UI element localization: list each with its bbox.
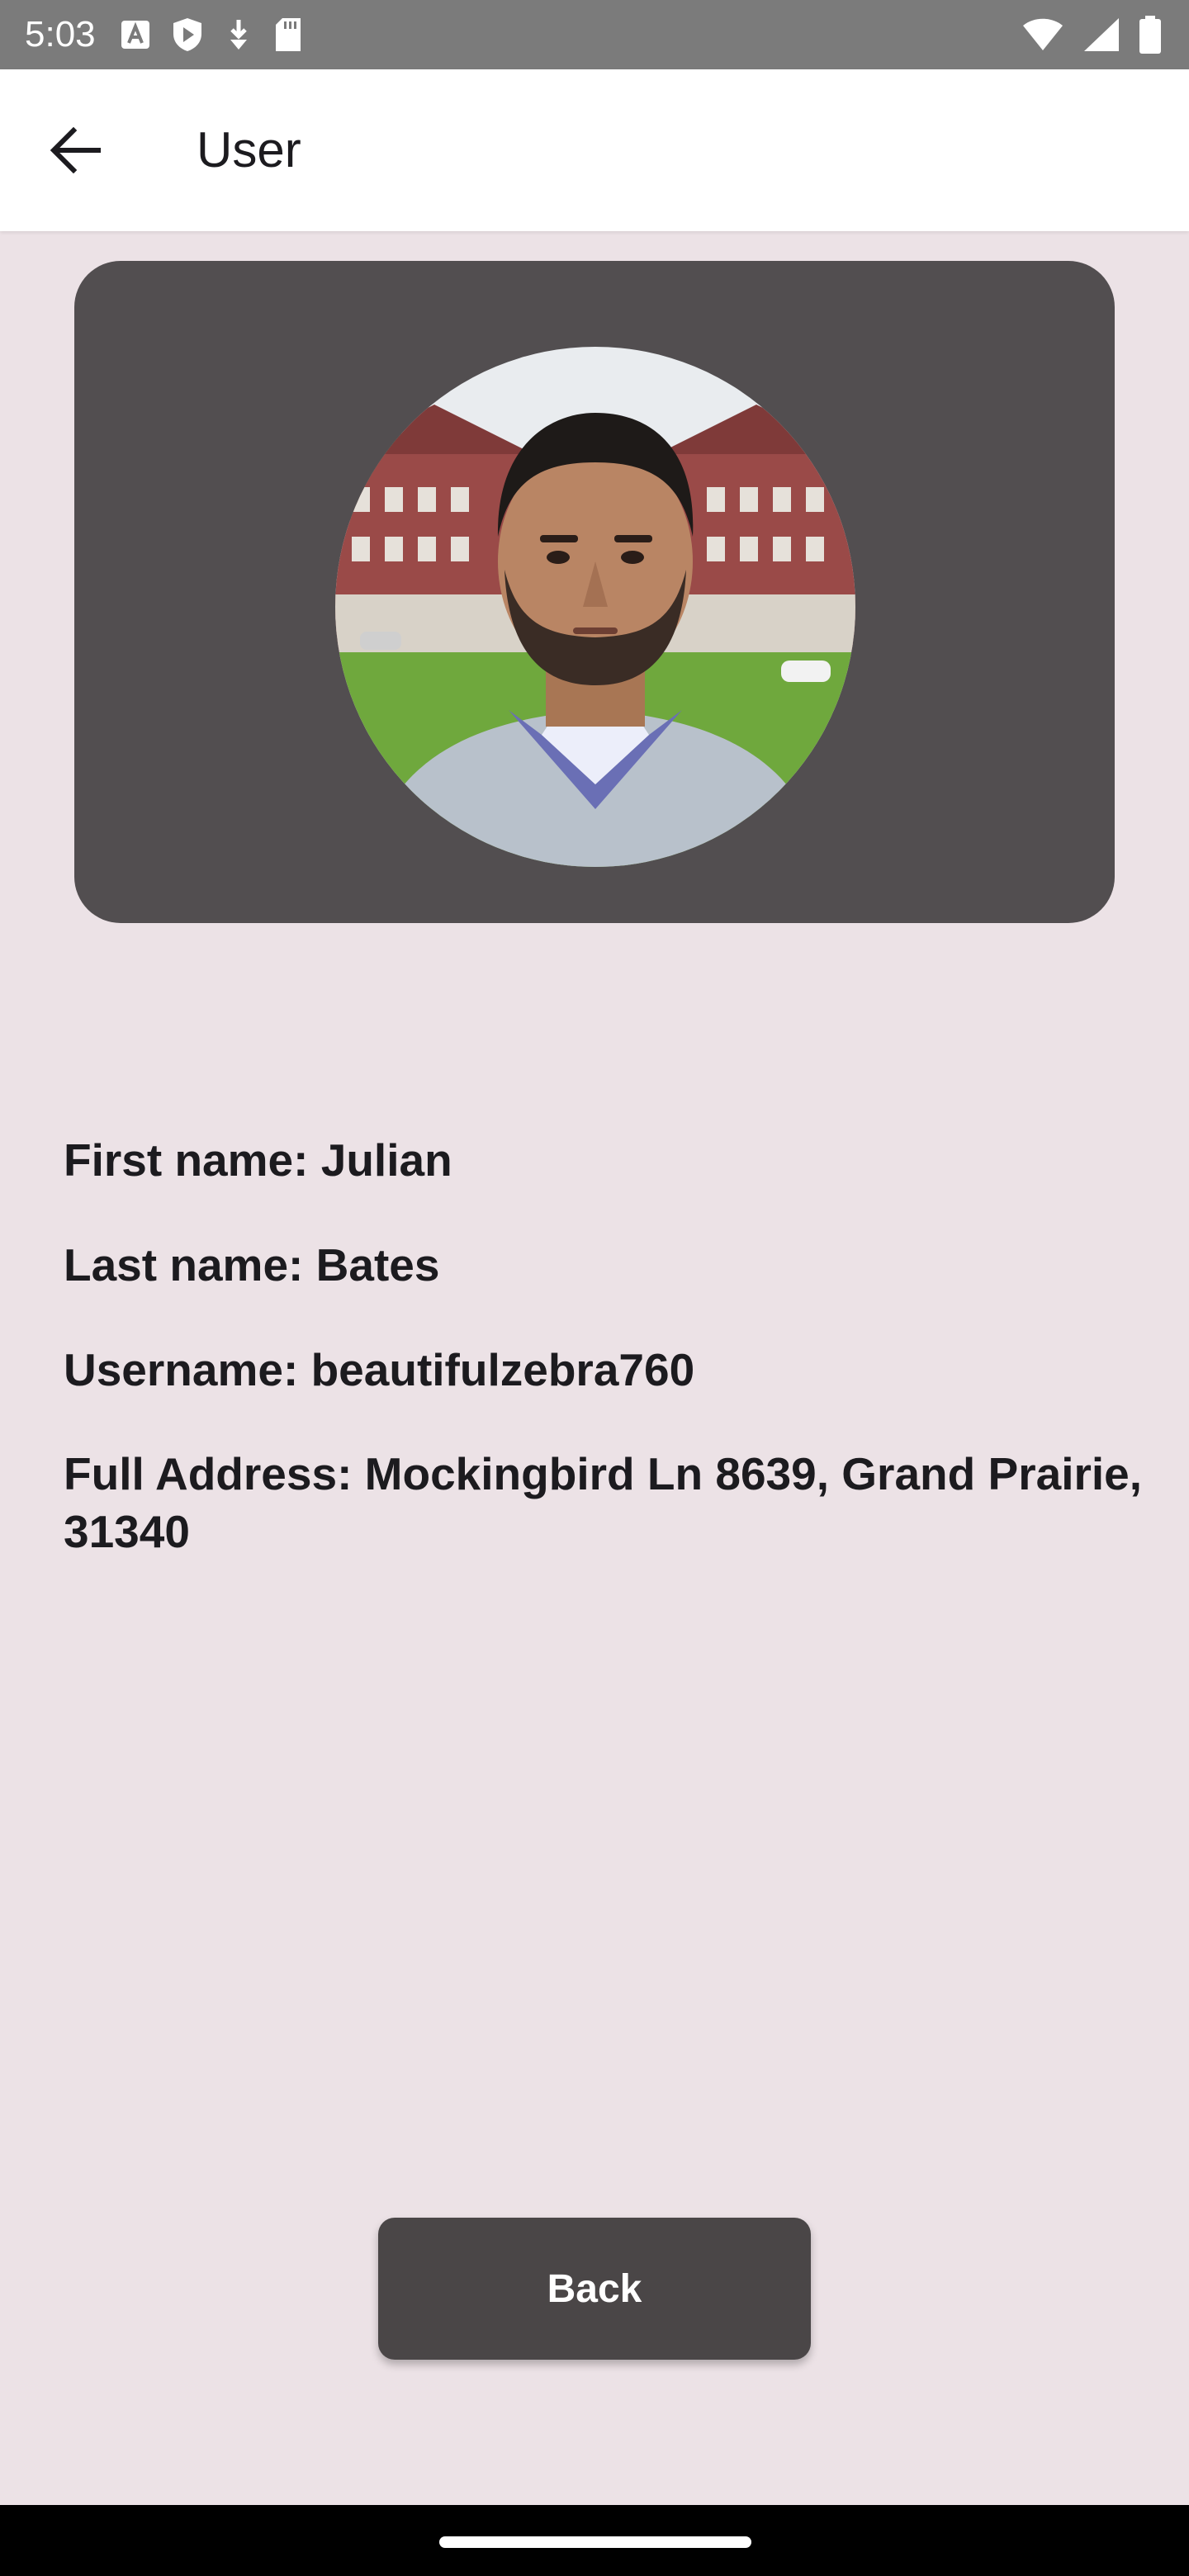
status-right-icons <box>1022 15 1161 54</box>
signal-icon <box>1083 17 1120 52</box>
first-name-text: First name: Julian <box>64 1134 452 1186</box>
avatar <box>335 347 855 867</box>
navigation-bar <box>0 2505 1189 2576</box>
sd-card-icon <box>274 17 302 52</box>
full-address-text: Full Address: Mockingbird Ln 8639, Grand… <box>64 1448 1143 1557</box>
back-button[interactable]: Back <box>378 2218 811 2360</box>
app-bar: User <box>0 69 1189 231</box>
shield-play-icon <box>172 17 203 52</box>
wifi-icon <box>1022 18 1063 51</box>
arrow-left-icon[interactable] <box>38 121 112 180</box>
profile-card <box>74 261 1115 923</box>
home-indicator[interactable] <box>439 2536 751 2548</box>
status-bar: 5:03 <box>0 0 1189 69</box>
status-left-icons <box>121 15 302 54</box>
last-name-text: Last name: Bates <box>64 1239 440 1290</box>
text-a-icon <box>121 20 150 50</box>
username-text: Username: beautifulzebra760 <box>64 1344 695 1395</box>
usb-download-icon <box>225 18 253 51</box>
battery-icon <box>1139 16 1161 54</box>
page-title: User <box>197 122 301 178</box>
status-time: 5:03 <box>25 14 96 54</box>
